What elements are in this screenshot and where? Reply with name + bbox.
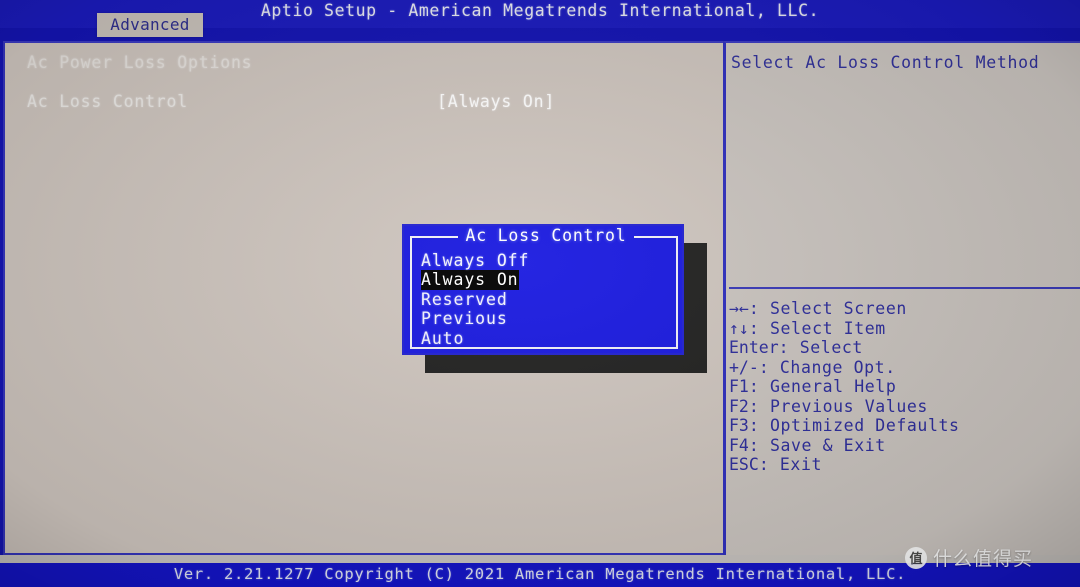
key-legend: →←: Select Screen ↑↓: Select Item Enter: S… (729, 299, 1077, 475)
key-legend-action: : Exit (758, 455, 823, 474)
key-legend-action: : Save & Exit (748, 435, 886, 455)
help-panel (723, 41, 1080, 555)
key-legend-glyph: ESC (729, 455, 759, 474)
key-legend-row: →←: Select Screen (729, 299, 1077, 319)
key-legend-action: : Select (778, 338, 863, 357)
key-legend-glyph: +/- (729, 357, 759, 377)
watermark: 值 什么值得买 (905, 544, 1033, 571)
key-legend-row: ↑↓: Select Item (729, 319, 1077, 339)
key-legend-row: F2: Previous Values (729, 397, 1077, 417)
watermark-logo-icon: 值 (905, 546, 927, 569)
bios-setup-screen: Aptio Setup - American Megatrends Intern… (0, 0, 1080, 587)
key-legend-action: : Previous Values (748, 396, 928, 416)
key-legend-glyph: F2 (729, 396, 749, 416)
setting-label-ac-loss-control[interactable]: Ac Loss Control (27, 92, 188, 111)
key-legend-action: : Select Screen (748, 299, 907, 318)
key-legend-glyph: ↑↓ (729, 318, 749, 338)
dialog-title-text: Ac Loss Control (458, 226, 634, 245)
dialog-option[interactable]: Reserved (421, 290, 508, 309)
key-legend-glyph: F4 (729, 435, 749, 455)
key-legend-action: : General Help (748, 377, 897, 396)
dialog-option-list[interactable]: Always Off Always On Reserved Previous Auto (421, 251, 529, 348)
help-divider (729, 287, 1080, 289)
dialog-option[interactable]: Previous (421, 309, 508, 328)
key-legend-glyph: Enter (729, 338, 779, 357)
dialog-title: Ac Loss Control (412, 226, 680, 245)
key-legend-row: +/-: Change Opt. (729, 358, 1077, 378)
key-legend-glyph: F3 (729, 416, 749, 435)
watermark-text: 什么值得买 (933, 548, 1034, 570)
key-legend-action: : Change Opt. (758, 357, 896, 377)
key-legend-row: Enter: Select (729, 338, 1077, 358)
key-legend-row: F4: Save & Exit (729, 436, 1077, 456)
section-title: Ac Power Loss Options (27, 53, 253, 72)
help-description: Select Ac Loss Control Method (731, 53, 1040, 72)
dialog-option[interactable]: Auto (421, 329, 464, 348)
key-legend-row: ESC: Exit (729, 455, 1077, 475)
key-legend-glyph: →← (729, 299, 749, 318)
key-legend-action: : Optimized Defaults (748, 416, 960, 435)
dialog-inner-border: Ac Loss Control Always Off Always On Reser… (410, 226, 678, 349)
key-legend-glyph: F1 (729, 377, 749, 396)
dialog-option[interactable]: Always Off (421, 251, 529, 270)
ac-loss-control-dialog[interactable]: Ac Loss Control Always Off Always On Reser… (402, 224, 684, 355)
setting-value-ac-loss-control[interactable]: [Always On] (437, 92, 555, 111)
key-legend-row: F3: Optimized Defaults (729, 416, 1077, 436)
tab-advanced[interactable]: Advanced (97, 13, 203, 37)
key-legend-row: F1: General Help (729, 377, 1077, 397)
key-legend-action: : Select Item (748, 318, 886, 338)
dialog-option[interactable]: Always On (421, 270, 519, 290)
